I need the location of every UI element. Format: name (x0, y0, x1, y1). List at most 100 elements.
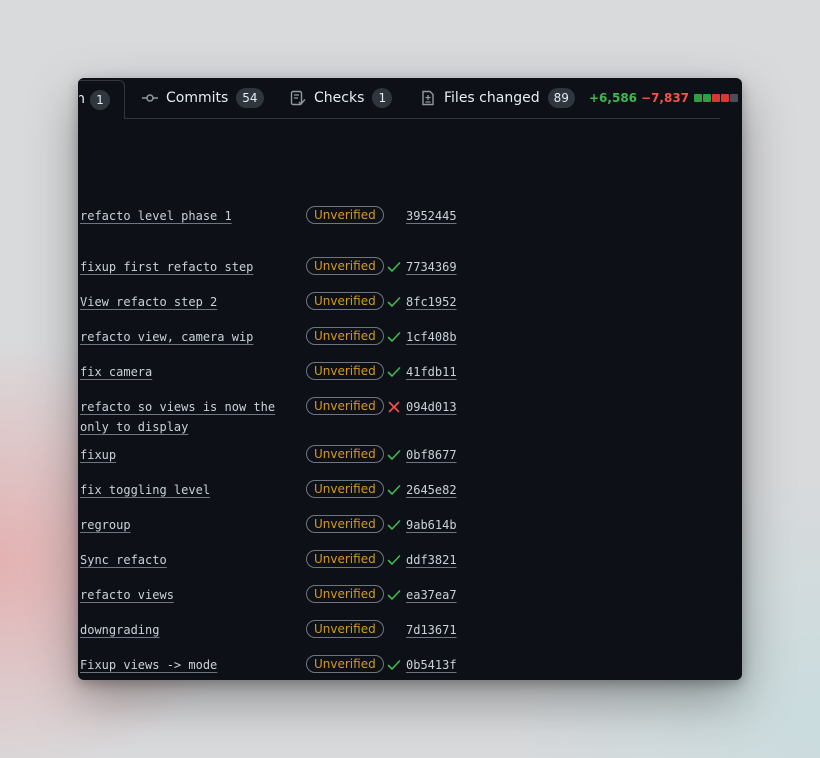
diffstat-blocks (693, 94, 739, 102)
commit-message-container: refacto so views is now the only to disp… (80, 397, 292, 437)
unverified-badge[interactable]: Unverified (306, 515, 384, 533)
commit-message-link[interactable]: fix camera (80, 365, 152, 379)
commit-message-link[interactable]: Sync refacto (80, 553, 167, 567)
commit-row: fixup Unverified 0bf8677 (78, 445, 718, 471)
commit-row: fix toggling level Unverified 2645e82 (78, 480, 718, 506)
unverified-badge[interactable]: Unverified (306, 620, 384, 638)
unverified-badge[interactable]: Unverified (306, 362, 384, 380)
check-icon[interactable] (387, 329, 401, 343)
check-icon[interactable] (387, 517, 401, 531)
commit-sha-link[interactable]: ea37ea7 (406, 585, 457, 605)
commit-row: Sync refacto Unverified ddf3821 (78, 550, 718, 576)
commit-message-container: regroup (80, 515, 292, 535)
commit-message-container: fix camera (80, 362, 292, 382)
diffstat-block (721, 94, 730, 102)
commit-message-link[interactable]: downgrading (80, 623, 159, 637)
commit-sha-link[interactable]: 41fdb11 (406, 362, 457, 382)
file-diff-icon (420, 90, 436, 106)
check-icon[interactable] (387, 259, 401, 273)
unverified-badge[interactable]: Unverified (306, 397, 384, 415)
commit-message-container: fixup (80, 445, 292, 465)
commit-sha-link[interactable]: 3952445 (406, 206, 457, 226)
unverified-badge[interactable]: Unverified (306, 327, 384, 345)
commit-row: Fixup views -> mode Unverified 0b5413f (78, 655, 718, 680)
commit-sha-link[interactable]: 9ab614b (406, 515, 457, 535)
check-icon[interactable] (387, 447, 401, 461)
unverified-badge[interactable]: Unverified (306, 445, 384, 463)
commit-sha-link[interactable]: ddf3821 (406, 550, 457, 570)
commit-message-container: fixup first refacto step (80, 257, 292, 277)
commit-message-link[interactable]: fixup first refacto step (80, 260, 253, 274)
commit-row: downgrading Unverified 7d13671 (78, 620, 718, 646)
commit-message-container: downgrading (80, 620, 292, 640)
commit-message-container: View refacto step 2 (80, 292, 292, 312)
commit-row: regroup Unverified 9ab614b (78, 515, 718, 541)
commit-message-link[interactable]: Fixup views -> mode (80, 658, 217, 672)
tab-commits[interactable]: Commits 54 (142, 78, 264, 118)
check-icon[interactable] (387, 294, 401, 308)
commit-row: refacto views Unverified ea37ea7 (78, 585, 718, 611)
commit-message-container: refacto level phase 1 (80, 206, 292, 226)
check-icon[interactable] (387, 657, 401, 671)
unverified-badge[interactable]: Unverified (306, 480, 384, 498)
tab-commits-count: 54 (236, 88, 264, 108)
tab-checks-count: 1 (372, 88, 393, 108)
diffstat-block (694, 94, 703, 102)
commit-sha-link[interactable]: 2645e82 (406, 480, 457, 500)
tab-conversation-count: 1 (90, 90, 110, 110)
commit-message-link[interactable]: fix toggling level (80, 483, 210, 497)
unverified-badge[interactable]: Unverified (306, 257, 384, 275)
commit-message-link[interactable]: refacto view, camera wip (80, 330, 253, 344)
commit-sha-link[interactable]: 8fc1952 (406, 292, 457, 312)
commit-message-link[interactable]: regroup (80, 518, 131, 532)
commit-row: View refacto step 2 Unverified 8fc1952 (78, 292, 718, 318)
check-icon[interactable] (387, 482, 401, 496)
x-icon[interactable] (387, 399, 401, 413)
commit-row: fixup first refacto step Unverified 773436… (78, 257, 718, 283)
commit-row: fix camera Unverified 41fdb11 (78, 362, 718, 388)
pull-request-window: n 1 Commits 54 Checks 1 Files changed 89… (78, 78, 742, 680)
diffstat-block (712, 94, 721, 102)
pr-tab-bar: n 1 Commits 54 Checks 1 Files changed 89… (78, 78, 739, 119)
check-icon[interactable] (387, 587, 401, 601)
unverified-badge[interactable]: Unverified (306, 585, 384, 603)
commit-row: refacto view, camera wip Unverified 1cf408… (78, 327, 718, 353)
commit-sha-link[interactable]: 094d013 (406, 397, 457, 417)
check-icon[interactable] (387, 552, 401, 566)
checklist-icon (290, 90, 306, 106)
diffstat-block (703, 94, 712, 102)
commit-message-container: fix toggling level (80, 480, 292, 500)
check-icon[interactable] (387, 364, 401, 378)
commit-message-link[interactable]: refacto so views is now the only to disp… (80, 400, 275, 434)
unverified-badge[interactable]: Unverified (306, 206, 384, 224)
diffstat: +6,586 −7,837 (589, 91, 739, 105)
commit-sha-link[interactable]: 0b5413f (406, 655, 457, 675)
unverified-badge[interactable]: Unverified (306, 292, 384, 310)
tab-conversation[interactable]: n 1 (78, 80, 125, 119)
commit-sha-link[interactable]: 7734369 (406, 257, 457, 277)
commit-message-container: Sync refacto (80, 550, 292, 570)
tab-conversation-label: n (79, 91, 85, 107)
tab-files-changed[interactable]: Files changed 89 (420, 78, 575, 118)
commit-sha-link[interactable]: 1cf408b (406, 327, 457, 347)
unverified-badge[interactable]: Unverified (306, 550, 384, 568)
diffstat-deletions: −7,837 (641, 91, 690, 105)
commit-message-container: refacto view, camera wip (80, 327, 292, 347)
commit-message-container: refacto views (80, 585, 292, 605)
commit-row: refacto so views is now the only to disp… (78, 397, 718, 443)
diffstat-block (730, 94, 739, 102)
commit-row: refacto level phase 1 Unverified 3952445 (78, 206, 718, 232)
tab-checks-label: Checks (314, 90, 365, 106)
commit-sha-link[interactable]: 0bf8677 (406, 445, 457, 465)
tab-files-changed-count: 89 (547, 88, 575, 108)
unverified-badge[interactable]: Unverified (306, 655, 384, 673)
git-commit-icon (142, 90, 158, 106)
diffstat-additions: +6,586 (589, 91, 638, 105)
tab-checks[interactable]: Checks 1 (290, 78, 393, 118)
commit-message-link[interactable]: View refacto step 2 (80, 295, 217, 309)
commit-sha-link[interactable]: 7d13671 (406, 620, 457, 640)
commit-message-link[interactable]: refacto views (80, 588, 174, 602)
commit-message-link[interactable]: fixup (80, 448, 116, 462)
tab-files-changed-label: Files changed (444, 90, 540, 106)
commit-message-link[interactable]: refacto level phase 1 (80, 209, 232, 223)
